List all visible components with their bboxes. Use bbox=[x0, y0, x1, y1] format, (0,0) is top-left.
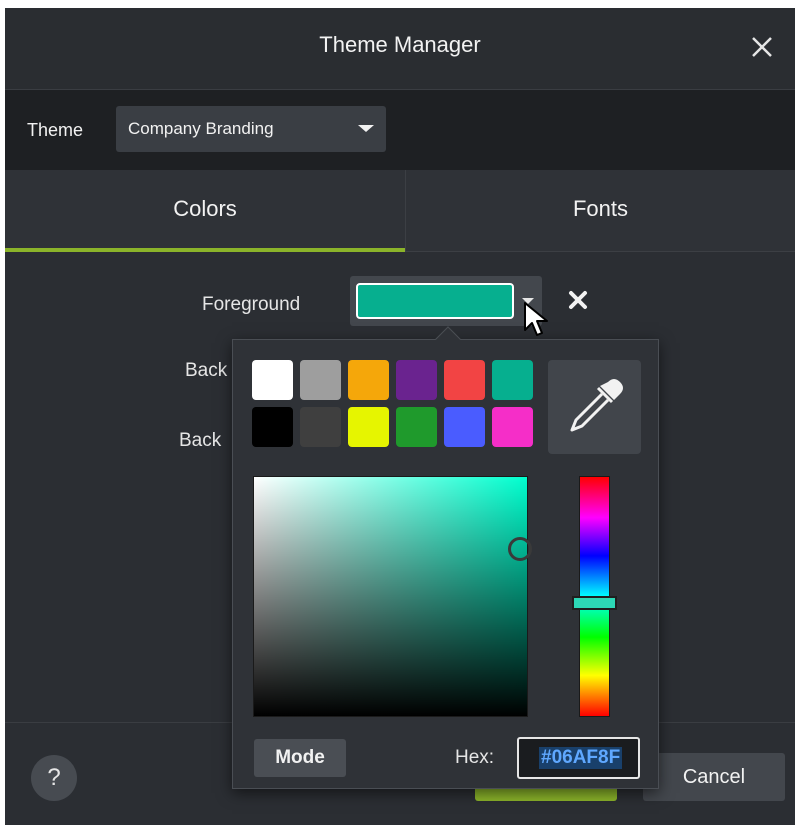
titlebar: Theme Manager bbox=[5, 8, 795, 90]
color-swatch[interactable] bbox=[396, 360, 437, 400]
chevron-down-icon bbox=[358, 125, 374, 132]
close-icon bbox=[569, 291, 587, 309]
hue-slider-handle[interactable] bbox=[572, 596, 617, 610]
foreground-label: Foreground bbox=[202, 294, 301, 315]
hex-label: Hex: bbox=[455, 747, 495, 768]
color-swatch[interactable] bbox=[252, 407, 293, 447]
color-picker-popup: Mode Hex: #06AF8F bbox=[232, 326, 659, 789]
color-swatch[interactable] bbox=[444, 360, 485, 400]
cancel-button[interactable]: Cancel bbox=[643, 753, 785, 801]
eyedropper-icon bbox=[570, 379, 623, 432]
theme-select[interactable]: Company Branding bbox=[116, 106, 386, 152]
hex-input[interactable]: #06AF8F bbox=[517, 737, 640, 779]
saturation-value-handle[interactable] bbox=[508, 537, 532, 561]
tab-colors[interactable]: Colors bbox=[5, 170, 405, 252]
foreground-color-swatch bbox=[356, 283, 514, 319]
color-swatch[interactable] bbox=[348, 407, 389, 447]
color-swatch[interactable] bbox=[444, 407, 485, 447]
color-swatch[interactable] bbox=[300, 407, 341, 447]
close-button[interactable] bbox=[747, 32, 777, 62]
tab-fonts[interactable]: Fonts bbox=[405, 170, 795, 252]
color-swatch[interactable] bbox=[492, 360, 533, 400]
background-label-2: Back bbox=[179, 430, 222, 451]
theme-label: Theme bbox=[27, 120, 84, 140]
color-swatch[interactable] bbox=[300, 360, 341, 400]
tabs: Colors Fonts bbox=[5, 170, 795, 252]
clear-foreground-button[interactable] bbox=[566, 288, 590, 312]
color-swatch[interactable] bbox=[396, 407, 437, 447]
color-swatch[interactable] bbox=[252, 360, 293, 400]
mode-button[interactable]: Mode bbox=[254, 739, 346, 777]
eyedropper-button[interactable] bbox=[548, 360, 641, 454]
foreground-color-picker[interactable] bbox=[350, 276, 542, 326]
theme-select-value: Company Branding bbox=[128, 119, 274, 138]
tab-colors-label: Colors bbox=[173, 196, 237, 221]
help-button[interactable]: ? bbox=[31, 755, 77, 801]
hex-input-value: #06AF8F bbox=[539, 747, 623, 769]
tab-fonts-label: Fonts bbox=[572, 196, 629, 221]
color-swatch[interactable] bbox=[348, 360, 389, 400]
color-swatch[interactable] bbox=[492, 407, 533, 447]
theme-bar: Theme Company Branding bbox=[5, 90, 795, 170]
close-icon bbox=[752, 37, 772, 57]
background-label-1: Back bbox=[185, 360, 228, 381]
saturation-value-area[interactable] bbox=[253, 476, 528, 717]
mouse-cursor-icon bbox=[524, 302, 548, 336]
dialog-title: Theme Manager bbox=[319, 32, 481, 57]
